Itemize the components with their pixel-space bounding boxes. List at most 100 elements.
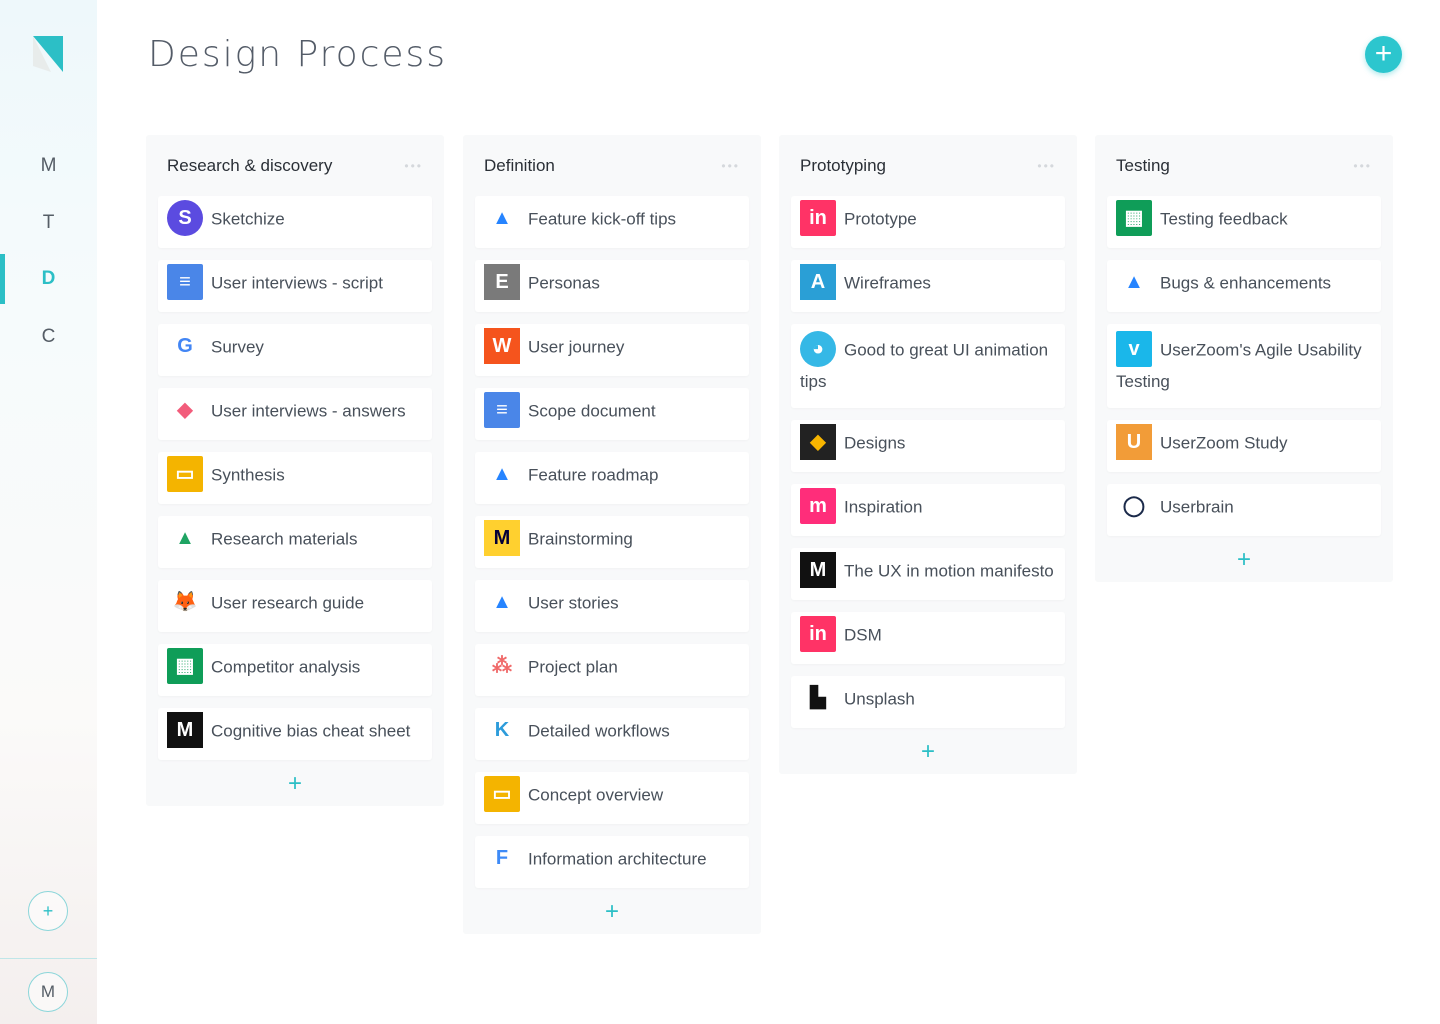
card[interactable]: ⁂ Project plan xyxy=(475,644,749,696)
atlassian-icon: ▲ xyxy=(484,456,520,492)
card[interactable]: M The UX in motion manifesto xyxy=(791,548,1065,600)
card-title: Feature roadmap xyxy=(528,465,659,485)
card[interactable]: in DSM xyxy=(791,612,1065,664)
card-title: Scope document xyxy=(528,401,656,421)
card[interactable]: E Personas xyxy=(475,260,749,312)
card-title: Research materials xyxy=(211,529,358,549)
card[interactable]: M Brainstorming xyxy=(475,516,749,568)
card-title: Unsplash xyxy=(844,689,915,709)
card[interactable]: U UserZoom Study xyxy=(1107,420,1381,472)
card[interactable]: ▙ Unsplash xyxy=(791,676,1065,728)
card-title: Detailed workflows xyxy=(528,721,670,741)
column-header: Testing ••• xyxy=(1107,135,1381,196)
card[interactable]: F Information architecture xyxy=(475,836,749,888)
card[interactable]: ▲ User stories xyxy=(475,580,749,632)
card[interactable]: in Prototype xyxy=(791,196,1065,248)
card-title: User interviews - answers xyxy=(211,401,406,421)
sidebar-item-t[interactable]: T xyxy=(0,203,97,243)
add-card-button[interactable]: + xyxy=(475,900,749,924)
kumu-icon: K xyxy=(484,712,520,748)
card-title: Prototype xyxy=(844,209,917,229)
column-header: Definition ••• xyxy=(475,135,749,196)
add-card-button[interactable]: + xyxy=(158,772,432,796)
card-title: User interviews - script xyxy=(211,273,383,293)
sidebar-item-d[interactable]: D xyxy=(0,254,97,304)
vimeo-icon: v xyxy=(1116,331,1152,367)
column-menu-icon[interactable]: ••• xyxy=(1353,159,1372,173)
sidebar: M T D C + M xyxy=(0,0,97,1024)
column-testing: Testing ••• ▦ Testing feedback ▲ Bugs & enhan… xyxy=(1095,135,1393,582)
card[interactable]: ▲ Feature roadmap xyxy=(475,452,749,504)
card[interactable]: ≡ Scope document xyxy=(475,388,749,440)
card[interactable]: ▦ Testing feedback xyxy=(1107,196,1381,248)
column-definition: Definition ••• ▲ Feature kick-off tips E Pers… xyxy=(463,135,761,934)
add-card-button[interactable]: + xyxy=(1107,548,1381,572)
column-menu-icon[interactable]: ••• xyxy=(404,159,423,173)
card[interactable]: ▦ Competitor analysis xyxy=(158,644,432,696)
medium-icon: M xyxy=(800,552,836,588)
sidebar-item-c[interactable]: C xyxy=(0,317,97,357)
card-title: User stories xyxy=(528,593,619,613)
user-avatar[interactable]: M xyxy=(28,972,68,1012)
column-title: Research & discovery xyxy=(167,155,333,175)
column-title: Testing xyxy=(1116,155,1170,175)
add-board-button[interactable]: + xyxy=(28,891,68,931)
card[interactable]: ▭ Concept overview xyxy=(475,772,749,824)
sketch-icon: ◆ xyxy=(800,424,836,460)
column-title: Prototyping xyxy=(800,155,886,175)
card-title: Cognitive bias cheat sheet xyxy=(211,721,411,741)
app-logo-icon[interactable] xyxy=(33,36,65,72)
card-title: Userbrain xyxy=(1160,497,1234,517)
card[interactable]: ▲ Bugs & enhancements xyxy=(1107,260,1381,312)
card[interactable]: ▭ Synthesis xyxy=(158,452,432,504)
card-title: Personas xyxy=(528,273,600,293)
card-title: UserZoom Study xyxy=(1160,433,1288,453)
card-title: Survey xyxy=(211,337,264,357)
atlassian-icon: ▲ xyxy=(484,584,520,620)
card[interactable]: W User journey xyxy=(475,324,749,376)
airtable-icon: ◆ xyxy=(167,392,203,428)
card-title: Feature kick-off tips xyxy=(528,209,677,229)
google-drive-icon: ▲ xyxy=(167,520,203,556)
asana-icon: ⁂ xyxy=(484,648,520,684)
card[interactable]: ◯ Userbrain xyxy=(1107,484,1381,536)
e-icon: E xyxy=(484,264,520,300)
card[interactable]: K Detailed workflows xyxy=(475,708,749,760)
google-sheets-icon: ▦ xyxy=(1116,200,1152,236)
google-docs-icon: ≡ xyxy=(484,392,520,428)
card-title: The UX in motion manifesto xyxy=(844,561,1054,581)
userbrain-icon: ◯ xyxy=(1116,488,1152,524)
card[interactable]: 🦊 User research guide xyxy=(158,580,432,632)
google-sheets-icon: ▦ xyxy=(167,648,203,684)
column-research-discovery: Research & discovery ••• S Sketchize ≡ User i… xyxy=(146,135,444,806)
card[interactable]: ◕ Good to great UI animation tips xyxy=(791,324,1065,408)
add-card-button[interactable]: + xyxy=(791,740,1065,764)
sidebar-item-m[interactable]: M xyxy=(0,146,97,186)
add-column-button[interactable]: + xyxy=(1365,36,1402,73)
muzli-icon: m xyxy=(800,488,836,524)
card[interactable]: A Wireframes xyxy=(791,260,1065,312)
card-title: DSM xyxy=(844,625,882,645)
card[interactable]: ◆ User interviews - answers xyxy=(158,388,432,440)
card[interactable]: ≡ User interviews - script xyxy=(158,260,432,312)
card[interactable]: S Sketchize xyxy=(158,196,432,248)
card[interactable]: ▲ Feature kick-off tips xyxy=(475,196,749,248)
card-title: Competitor analysis xyxy=(211,657,361,677)
card[interactable]: ▲ Research materials xyxy=(158,516,432,568)
atlassian-icon: ▲ xyxy=(484,200,520,236)
column-title: Definition xyxy=(484,155,555,175)
card-title: Synthesis xyxy=(211,465,285,485)
card[interactable]: G Survey xyxy=(158,324,432,376)
card-title: Project plan xyxy=(528,657,618,677)
card-title: Bugs & enhancements xyxy=(1160,273,1332,293)
card[interactable]: ◆ Designs xyxy=(791,420,1065,472)
column-menu-icon[interactable]: ••• xyxy=(1037,159,1056,173)
column-menu-icon[interactable]: ••• xyxy=(721,159,740,173)
card[interactable]: v UserZoom's Agile Usability Testing xyxy=(1107,324,1381,408)
card[interactable]: m Inspiration xyxy=(791,484,1065,536)
google-docs-icon: ≡ xyxy=(167,264,203,300)
card-title: Information architecture xyxy=(528,849,707,869)
card[interactable]: M Cognitive bias cheat sheet xyxy=(158,708,432,760)
flowmapp-icon: F xyxy=(484,840,520,876)
google-slides-icon: ▭ xyxy=(167,456,203,492)
